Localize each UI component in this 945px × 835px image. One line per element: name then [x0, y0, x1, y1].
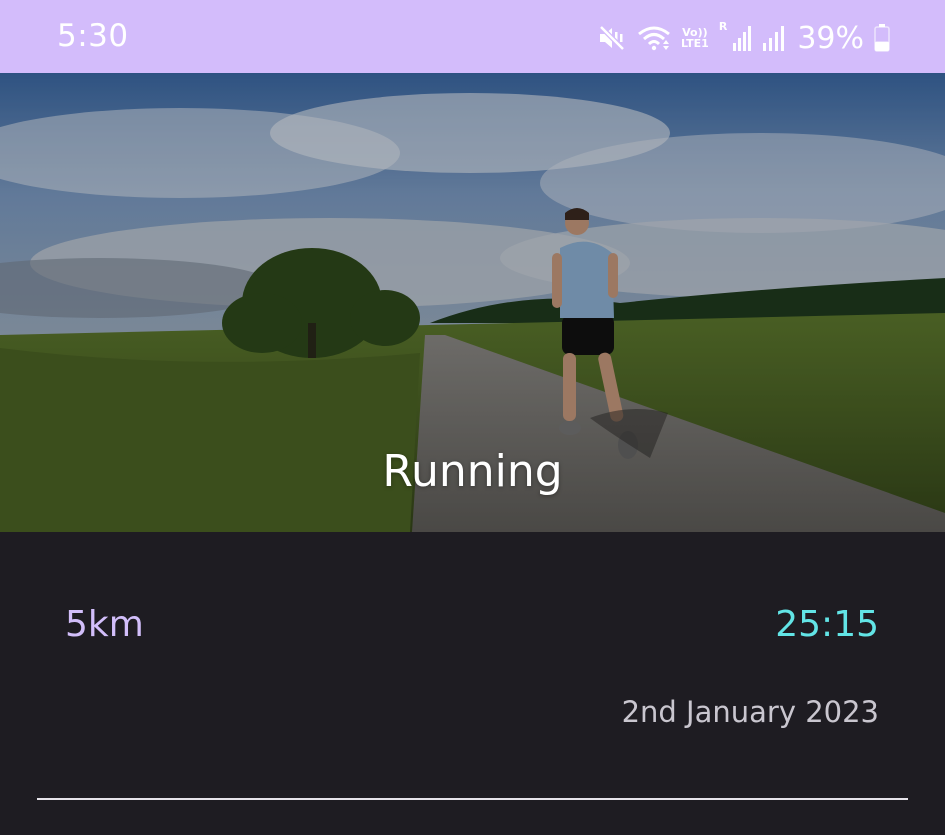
- activity-title: Running: [382, 446, 563, 497]
- battery-percent: 39%: [797, 20, 864, 56]
- activity-duration: 25:15: [775, 604, 879, 645]
- volte-lte-label: Vo)) LTE1: [680, 26, 709, 50]
- activity-date: 2nd January 2023: [621, 695, 879, 729]
- roaming-label: R: [718, 19, 728, 33]
- wifi-icon: [637, 24, 671, 52]
- activity-distance: 5km: [65, 604, 144, 645]
- mute-vibrate-icon: [597, 23, 627, 53]
- signal-icon: [733, 25, 752, 51]
- status-bar: 5:30 Vo)) LTE1 R 39%: [0, 0, 945, 73]
- activity-details[interactable]: 5km 25:15 2nd January 2023: [0, 532, 945, 835]
- signal-icon: [761, 25, 785, 51]
- status-time: 5:30: [57, 18, 129, 54]
- divider: [37, 798, 908, 800]
- activity-hero-image[interactable]: Running: [0, 73, 945, 532]
- status-icons: Vo)) LTE1 R 39%: [597, 18, 890, 58]
- battery-icon: [874, 24, 890, 52]
